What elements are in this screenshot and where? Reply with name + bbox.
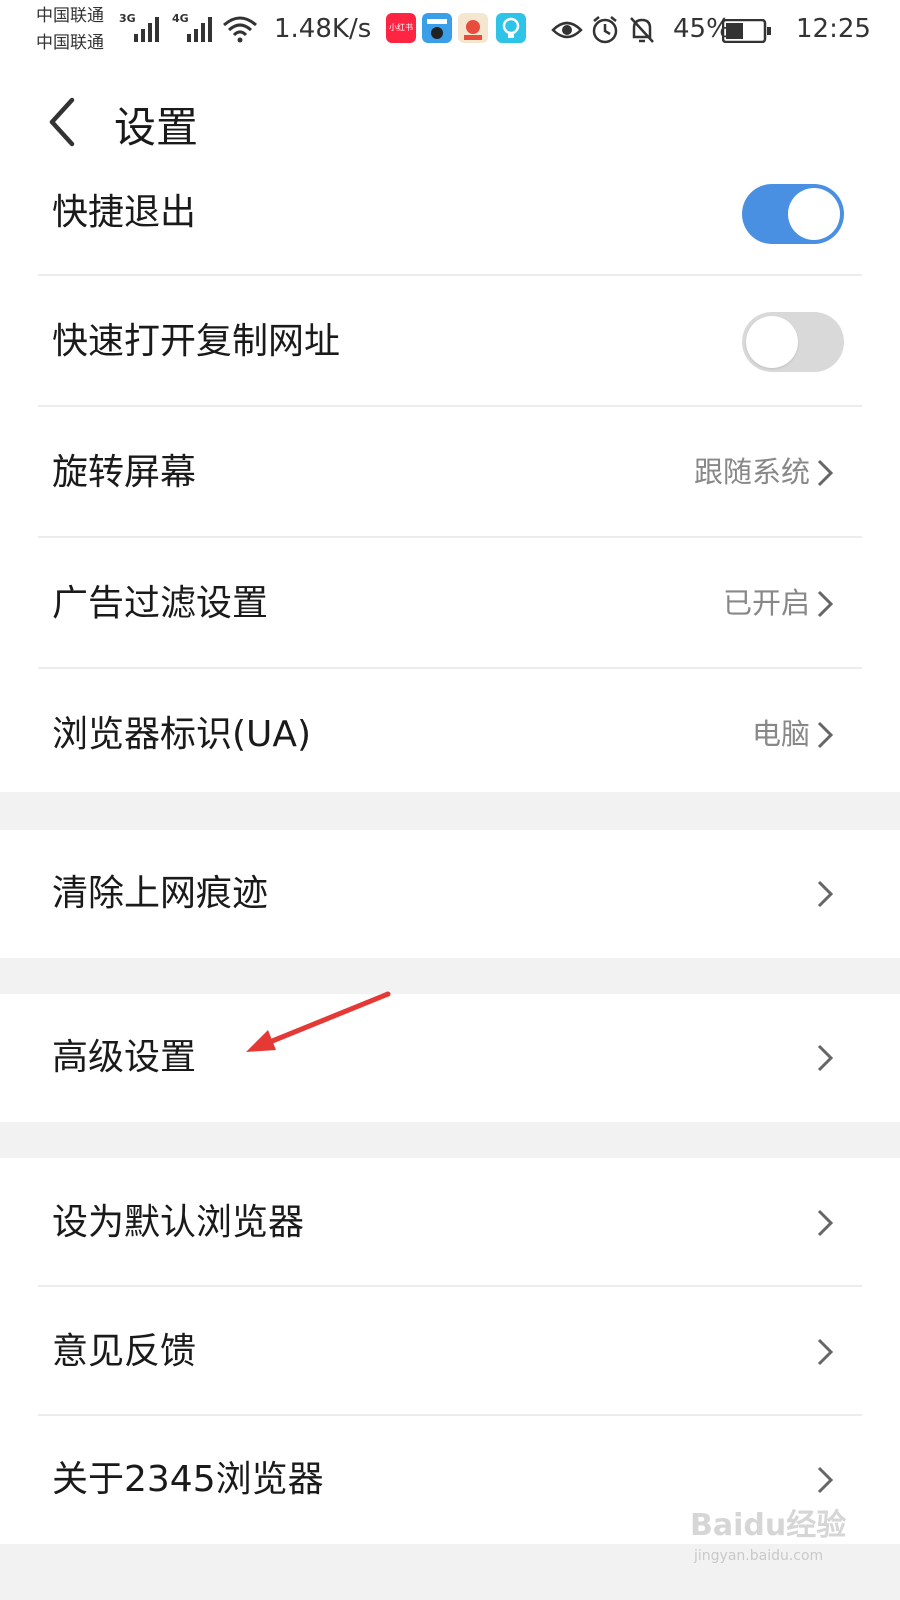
toggle-knob — [788, 188, 840, 240]
signal-icon — [134, 17, 159, 42]
setting-row-ad-filter[interactable]: 广告过滤设置 已开启 — [0, 538, 900, 669]
status-bar: 中国联通 中国联通 3G 4G 1.48K/s 小红书 45% 12:25 — [0, 0, 900, 62]
setting-label: 设为默认浏览器 — [52, 1202, 305, 1243]
setting-value: 已开启 — [722, 586, 810, 620]
setting-row-feedback[interactable]: 意见反馈 — [0, 1287, 900, 1416]
setting-label: 清除上网痕迹 — [52, 873, 269, 914]
signal-icon-2 — [187, 17, 212, 42]
network-speed: 1.48K/s — [274, 14, 372, 44]
settings-group-general: 快捷退出 快速打开复制网址 旋转屏幕 跟随系统 广告过滤设置 已开启 浏览器标识… — [0, 150, 900, 792]
notification-app-icon-blue — [422, 13, 452, 43]
chevron-right-icon — [817, 1044, 834, 1072]
carrier-1: 中国联通 — [36, 6, 104, 26]
settings-group-clear: 清除上网痕迹 — [0, 830, 900, 958]
settings-group-advanced: 高级设置 — [0, 994, 900, 1122]
setting-row-advanced[interactable]: 高级设置 — [0, 994, 900, 1122]
chevron-right-icon — [817, 590, 834, 618]
settings-group-about: 设为默认浏览器 意见反馈 关于2345浏览器 — [0, 1158, 900, 1544]
chevron-right-icon — [817, 459, 834, 487]
eye-icon — [551, 21, 583, 39]
wifi-icon — [223, 16, 257, 43]
chevron-right-icon — [817, 1209, 834, 1237]
notification-app-icon-red — [458, 13, 488, 43]
watermark-logo: Baidu经验 — [690, 1508, 847, 1543]
clock: 12:25 — [796, 14, 871, 44]
toggle-knob — [746, 316, 798, 368]
setting-label: 高级设置 — [52, 1037, 197, 1078]
setting-row-rotate-screen[interactable]: 旋转屏幕 跟随系统 — [0, 407, 900, 538]
quick-exit-toggle[interactable] — [742, 184, 844, 244]
setting-row-quick-open-copied-url[interactable]: 快速打开复制网址 — [0, 276, 900, 407]
alarm-icon — [592, 16, 618, 44]
chevron-right-icon — [817, 721, 834, 749]
page-title: 设置 — [114, 103, 199, 152]
annotation-arrow-icon — [246, 991, 391, 1052]
setting-row-quick-exit[interactable]: 快捷退出 — [0, 150, 900, 276]
watermark-url: jingyan.baidu.com — [694, 1548, 824, 1564]
back-chevron-icon[interactable] — [44, 96, 84, 148]
setting-label: 关于2345浏览器 — [52, 1459, 324, 1500]
quick-open-url-toggle[interactable] — [742, 312, 844, 372]
setting-row-clear-history[interactable]: 清除上网痕迹 — [0, 830, 900, 958]
setting-label: 快速打开复制网址 — [52, 321, 341, 362]
mute-bell-icon — [630, 17, 654, 43]
setting-label: 快捷退出 — [52, 192, 197, 233]
xiaohongshu-app-icon: 小红书 — [386, 13, 416, 43]
setting-label: 浏览器标识(UA) — [52, 714, 312, 755]
setting-label: 旋转屏幕 — [52, 452, 197, 493]
setting-label: 意见反馈 — [52, 1331, 197, 1372]
battery-icon — [722, 19, 771, 43]
carrier-2: 中国联通 — [36, 33, 104, 53]
chevron-right-icon — [817, 880, 834, 908]
setting-value: 电脑 — [751, 717, 810, 751]
setting-label: 广告过滤设置 — [52, 583, 269, 624]
setting-row-user-agent[interactable]: 浏览器标识(UA) 电脑 — [0, 669, 900, 800]
chevron-right-icon — [817, 1466, 834, 1494]
setting-value: 跟随系统 — [693, 455, 810, 489]
lightbulb-app-icon — [496, 13, 526, 43]
chevron-right-icon — [817, 1338, 834, 1366]
setting-row-set-default-browser[interactable]: 设为默认浏览器 — [0, 1158, 900, 1287]
